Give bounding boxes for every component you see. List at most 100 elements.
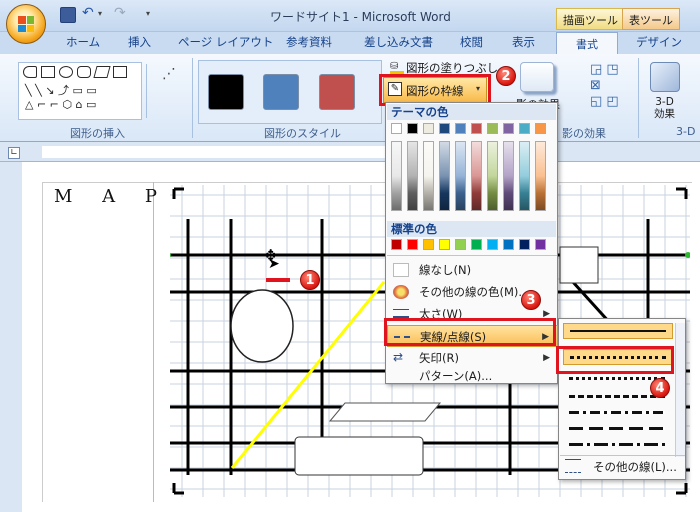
- theme-color-swatch[interactable]: [503, 123, 514, 134]
- callout-badge-3: 3: [521, 290, 541, 310]
- theme-tint-column[interactable]: [487, 141, 498, 211]
- dash-option-square-dot[interactable]: [569, 377, 665, 380]
- highlight-box-4: [556, 346, 674, 374]
- menu-more-lines[interactable]: その他の線(L)...: [593, 459, 677, 475]
- theme-tint-column[interactable]: [503, 141, 514, 211]
- group-label-shadow-effects: 影の効果: [562, 127, 606, 140]
- theme-tint-column[interactable]: [407, 141, 418, 211]
- tab-view[interactable]: 表示: [512, 34, 535, 50]
- standard-colors-header: 標準の色: [387, 221, 556, 237]
- office-logo-icon: [18, 16, 34, 32]
- undo-icon[interactable]: ↶: [82, 5, 94, 21]
- standard-color-swatch[interactable]: [519, 239, 530, 250]
- dash-option-dash-dot[interactable]: [569, 411, 665, 414]
- theme-colors-header: テーマの色: [387, 104, 556, 120]
- theme-color-swatch[interactable]: [391, 123, 402, 134]
- theme-tint-column[interactable]: [455, 141, 466, 211]
- callout-badge-1: 1: [300, 270, 320, 290]
- group-label-3d: 3-D: [676, 125, 696, 138]
- qat-customize-icon[interactable]: ▾: [146, 9, 150, 18]
- parallelogram-shape[interactable]: [328, 402, 442, 422]
- more-lines-icon: [565, 459, 581, 473]
- color-wheel-icon: [393, 285, 409, 299]
- theme-tint-column[interactable]: [535, 141, 546, 211]
- theme-color-swatch[interactable]: [439, 123, 450, 134]
- style-black[interactable]: [208, 74, 244, 110]
- tab-insert[interactable]: 挿入: [128, 34, 151, 50]
- shadow-effects-button[interactable]: [520, 62, 554, 92]
- standard-color-swatch[interactable]: [407, 239, 418, 250]
- tab-selector-icon[interactable]: ∟: [8, 147, 20, 159]
- theme-color-swatch[interactable]: [455, 123, 466, 134]
- tab-page-layout[interactable]: ページ レイアウト: [178, 34, 273, 50]
- save-icon[interactable]: [60, 7, 76, 23]
- style-blue[interactable]: [263, 74, 299, 110]
- menu-no-line[interactable]: 線なし(N): [387, 259, 558, 281]
- rect-shape[interactable]: [559, 246, 599, 284]
- theme-color-swatch[interactable]: [407, 123, 418, 134]
- standard-color-swatch[interactable]: [391, 239, 402, 250]
- table-cell-left: [42, 182, 154, 502]
- callout-badge-4: 4: [650, 378, 670, 398]
- arrow-cursor-icon: ➤: [268, 256, 280, 272]
- style-red[interactable]: [319, 74, 355, 110]
- standard-color-row: [391, 239, 556, 252]
- vertical-ruler[interactable]: [0, 162, 22, 512]
- menu-arrows[interactable]: ⇄ 矢印(R) ▶: [387, 347, 558, 369]
- standard-color-swatch[interactable]: [535, 239, 546, 250]
- highlight-box-3: [384, 318, 556, 346]
- theme-color-swatch[interactable]: [519, 123, 530, 134]
- ellipse-shape[interactable]: [230, 289, 294, 363]
- context-tab-drawing-tools: 描画ツール: [556, 8, 625, 30]
- tab-review[interactable]: 校閲: [460, 34, 483, 50]
- dash-option-long-dash-dot[interactable]: [569, 443, 665, 446]
- tab-design[interactable]: デザイン: [636, 34, 682, 50]
- theme-color-swatch[interactable]: [487, 123, 498, 134]
- submenu-arrow-icon: ▶: [543, 353, 550, 363]
- submenu-scrollbar[interactable]: [675, 323, 685, 457]
- tab-home[interactable]: ホーム: [66, 34, 100, 50]
- theme-tint-column[interactable]: [423, 141, 434, 211]
- theme-tint-column[interactable]: [471, 141, 482, 211]
- callout-underline-1: [266, 278, 290, 282]
- gallery-scrollbar[interactable]: [146, 64, 156, 118]
- callout-badge-2: 2: [496, 66, 516, 86]
- theme-color-swatch[interactable]: [471, 123, 482, 134]
- 3d-effects-label: 3-D 効果: [654, 96, 675, 120]
- theme-tint-column[interactable]: [439, 141, 450, 211]
- standard-color-swatch[interactable]: [455, 239, 466, 250]
- theme-tint-column[interactable]: [519, 141, 530, 211]
- dash-option-dash[interactable]: [569, 395, 665, 398]
- dash-option-solid[interactable]: [563, 323, 673, 339]
- shapes-gallery[interactable]: ╲ ╲ ↘ ⤴ ▭ ▭ △ ⌐ ⌐ ⬡ ⌂ ▭: [18, 62, 142, 120]
- edit-points-icon[interactable]: ⋰: [162, 66, 176, 82]
- theme-color-swatch[interactable]: [535, 123, 546, 134]
- group-label-insert-shapes: 図形の挿入: [70, 127, 125, 140]
- 3d-effects-button[interactable]: [650, 62, 680, 92]
- ribbon-separator-2: [638, 58, 639, 138]
- tab-format[interactable]: 書式: [556, 32, 618, 54]
- redo-icon[interactable]: ↷: [114, 5, 126, 21]
- office-button[interactable]: [6, 4, 46, 44]
- standard-color-swatch[interactable]: [487, 239, 498, 250]
- selection-handle[interactable]: [170, 252, 171, 258]
- standard-color-swatch[interactable]: [503, 239, 514, 250]
- theme-tint-column[interactable]: [391, 141, 402, 211]
- window-title: ワードサイト1 - Microsoft Word: [270, 10, 451, 24]
- theme-color-swatch[interactable]: [423, 123, 434, 134]
- standard-color-swatch[interactable]: [423, 239, 434, 250]
- document-text: M A P: [54, 186, 169, 207]
- menu-divider: [387, 255, 557, 256]
- dash-option-long-dash[interactable]: [569, 427, 665, 430]
- undo-dropdown-icon[interactable]: ▾: [98, 9, 102, 18]
- standard-color-swatch[interactable]: [439, 239, 450, 250]
- tab-mailings[interactable]: 差し込み文書: [364, 34, 433, 50]
- standard-color-swatch[interactable]: [471, 239, 482, 250]
- menu-pattern[interactable]: パターン(A)...: [387, 369, 558, 383]
- paint-bucket-icon: ⛁: [390, 62, 404, 74]
- context-tab-table-tools: 表ツール: [622, 8, 680, 30]
- no-line-icon: [393, 263, 409, 277]
- tab-references[interactable]: 参考資料: [286, 34, 332, 50]
- rounded-rect-shape[interactable]: [294, 436, 424, 476]
- shadow-nudge-icon[interactable]: ◲ ◳ ⊠ ◱ ◰: [590, 62, 619, 110]
